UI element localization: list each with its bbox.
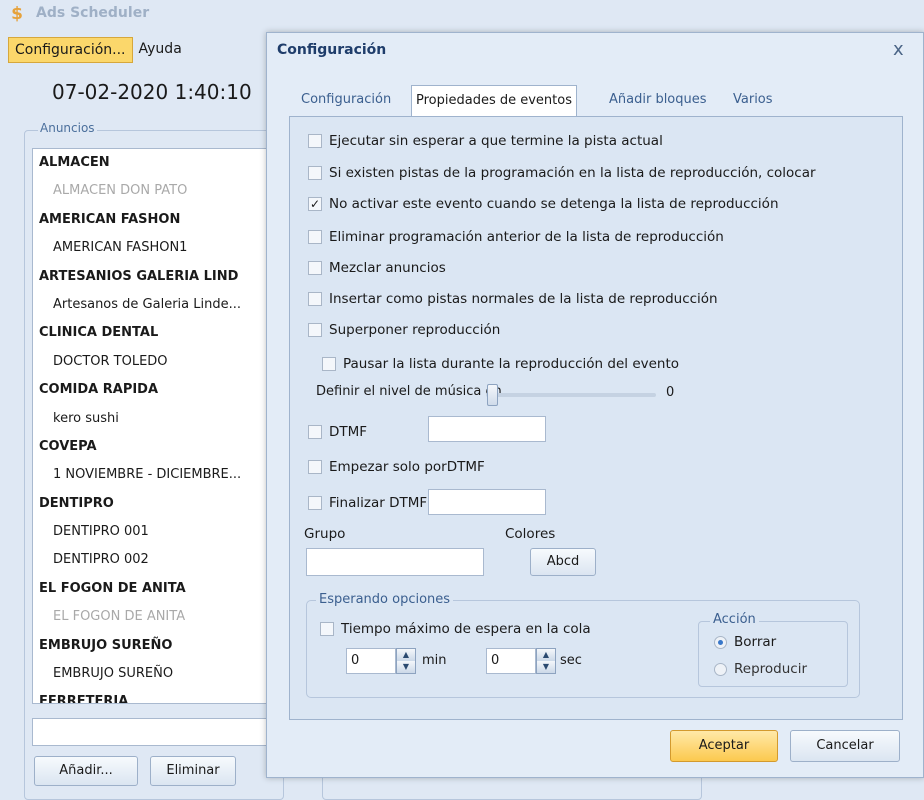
checkbox[interactable]	[308, 425, 322, 439]
checkbox[interactable]: ✓	[308, 197, 322, 211]
sec-input[interactable]: 0	[486, 648, 536, 674]
ads-list-item[interactable]: DENTIPRO 001	[33, 518, 275, 546]
radio-reproducir[interactable]: Reproducir	[714, 661, 807, 677]
ads-list-group[interactable]: FERRETERIA	[33, 688, 275, 703]
ads-list-group[interactable]: AMERICAN FASHON	[33, 206, 275, 234]
music-level-slider-track[interactable]	[486, 393, 656, 397]
grupo-label: Grupo	[304, 526, 346, 542]
ads-list-group[interactable]: ARTESANIOS GALERIA LIND	[33, 263, 275, 291]
colores-label: Colores	[505, 526, 556, 542]
dialog-title: Configuración	[277, 42, 387, 58]
sec-unit-label: sec	[560, 653, 582, 668]
ads-list-item[interactable]: Artesanos de Galeria Linde...	[33, 291, 275, 319]
menubar: Configuración... Ayuda	[8, 36, 188, 64]
spin-down-icon[interactable]: ▼	[397, 661, 415, 673]
option-insert-normal[interactable]: Insertar como pistas normales de la list…	[308, 289, 718, 309]
option-max-wait[interactable]: Tiempo máximo de espera en la cola	[320, 619, 591, 639]
ads-list-item[interactable]: kero sushi	[33, 405, 275, 433]
ads-group-label: Anuncios	[38, 121, 97, 135]
checkbox[interactable]	[308, 323, 322, 337]
ads-list-group[interactable]: EL FOGON DE ANITA	[33, 575, 275, 603]
option-no-activate[interactable]: ✓ No activar este evento cuando se deten…	[308, 194, 779, 214]
option-existing-tracks[interactable]: Si existen pistas de la programación en …	[308, 163, 836, 183]
option-start-dtmf[interactable]: Empezar solo porDTMF	[308, 457, 485, 477]
menu-configuracion[interactable]: Configuración...	[8, 37, 133, 63]
tab-varios[interactable]: Varios	[729, 85, 777, 115]
grupo-input[interactable]	[306, 548, 484, 576]
checkbox[interactable]	[308, 134, 322, 148]
end-dtmf-input[interactable]	[428, 489, 546, 515]
radio-borrar[interactable]: Borrar	[714, 634, 776, 650]
ads-list-group[interactable]: EMBRUJO SUREÑO	[33, 632, 275, 660]
option-run-without-wait[interactable]: Ejecutar sin esperar a que termine la pi…	[308, 131, 663, 151]
option-dtmf[interactable]: DTMF	[308, 422, 367, 442]
dollar-logo-icon: $	[11, 4, 23, 24]
min-unit-label: min	[422, 653, 447, 668]
radio-button[interactable]	[714, 635, 727, 649]
action-label: Acción	[710, 612, 759, 627]
checkbox[interactable]	[308, 230, 322, 244]
ads-bottom-input[interactable]	[32, 718, 276, 746]
app-titlebar: $ Ads Scheduler	[0, 0, 924, 28]
option-remove-previous[interactable]: Eliminar programación anterior de la lis…	[308, 227, 724, 247]
checkbox[interactable]	[308, 166, 322, 180]
ads-list-group[interactable]: DENTIPRO	[33, 490, 275, 518]
option-mix-ads[interactable]: Mezclar anuncios	[308, 258, 446, 278]
spin-down-icon[interactable]: ▼	[537, 661, 555, 673]
ads-list-group[interactable]: COMIDA RAPIDA	[33, 376, 275, 404]
option-overlay[interactable]: Superponer reproducción	[308, 320, 500, 340]
tab-configuracion[interactable]: Configuración	[297, 85, 395, 115]
delete-button[interactable]: Eliminar	[150, 756, 236, 786]
checkbox[interactable]	[308, 292, 322, 306]
sec-spinner[interactable]: 0 ▲ ▼	[486, 648, 556, 674]
ads-list-item[interactable]: ALMACEN DON PATO	[33, 177, 275, 205]
app-title: Ads Scheduler	[36, 5, 150, 21]
ads-list-item[interactable]: DOCTOR TOLEDO	[33, 348, 275, 376]
min-input[interactable]: 0	[346, 648, 396, 674]
ads-list-item[interactable]: 1 NOVIEMBRE - DICIEMBRE...	[33, 461, 275, 489]
option-end-dtmf[interactable]: Finalizar DTMF	[308, 493, 428, 513]
tab-anadir-bloques[interactable]: Añadir bloques	[605, 85, 711, 115]
spin-up-icon[interactable]: ▲	[397, 649, 415, 661]
action-frame	[698, 621, 848, 687]
checkbox[interactable]	[308, 496, 322, 510]
min-spin-buttons[interactable]: ▲ ▼	[396, 648, 416, 674]
cancel-button[interactable]: Cancelar	[790, 730, 900, 762]
ads-list[interactable]: ALMACEN ALMACEN DON PATO AMERICAN FASHON AM…	[32, 148, 276, 704]
radio-button[interactable]	[714, 662, 727, 676]
music-level-value: 0	[666, 385, 675, 400]
menu-ayuda[interactable]: Ayuda	[133, 37, 188, 63]
accept-button[interactable]: Aceptar	[670, 730, 778, 762]
dtmf-input[interactable]	[428, 416, 546, 442]
music-level-label: Definir el nivel de música en	[316, 384, 502, 399]
clock-display: 07-02-2020 1:40:10	[52, 80, 252, 104]
ads-list-group[interactable]: COVEPA	[33, 433, 275, 461]
tab-propiedades-eventos[interactable]: Propiedades de eventos	[411, 85, 577, 117]
checkbox[interactable]	[308, 460, 322, 474]
ads-list-item[interactable]: EL FOGON DE ANITA	[33, 603, 275, 631]
option-pause-list[interactable]: Pausar la lista durante la reproducción …	[322, 354, 679, 374]
colores-button[interactable]: Abcd	[530, 548, 596, 576]
ads-list-group[interactable]: ALMACEN	[33, 149, 275, 177]
checkbox[interactable]	[308, 261, 322, 275]
checkbox[interactable]	[322, 357, 336, 371]
music-level-slider-thumb[interactable]	[487, 384, 498, 406]
sec-spin-buttons[interactable]: ▲ ▼	[536, 648, 556, 674]
add-button[interactable]: Añadir...	[34, 756, 138, 786]
close-icon[interactable]: x	[893, 39, 904, 60]
ads-list-item[interactable]: EMBRUJO SUREÑO	[33, 660, 275, 688]
ads-list-group[interactable]: CLINICA DENTAL	[33, 319, 275, 347]
ads-list-item[interactable]: AMERICAN FASHON1	[33, 234, 275, 262]
checkbox[interactable]	[320, 622, 334, 636]
spin-up-icon[interactable]: ▲	[537, 649, 555, 661]
min-spinner[interactable]: 0 ▲ ▼	[346, 648, 416, 674]
waiting-options-label: Esperando opciones	[316, 592, 454, 607]
ads-list-item[interactable]: DENTIPRO 002	[33, 546, 275, 574]
